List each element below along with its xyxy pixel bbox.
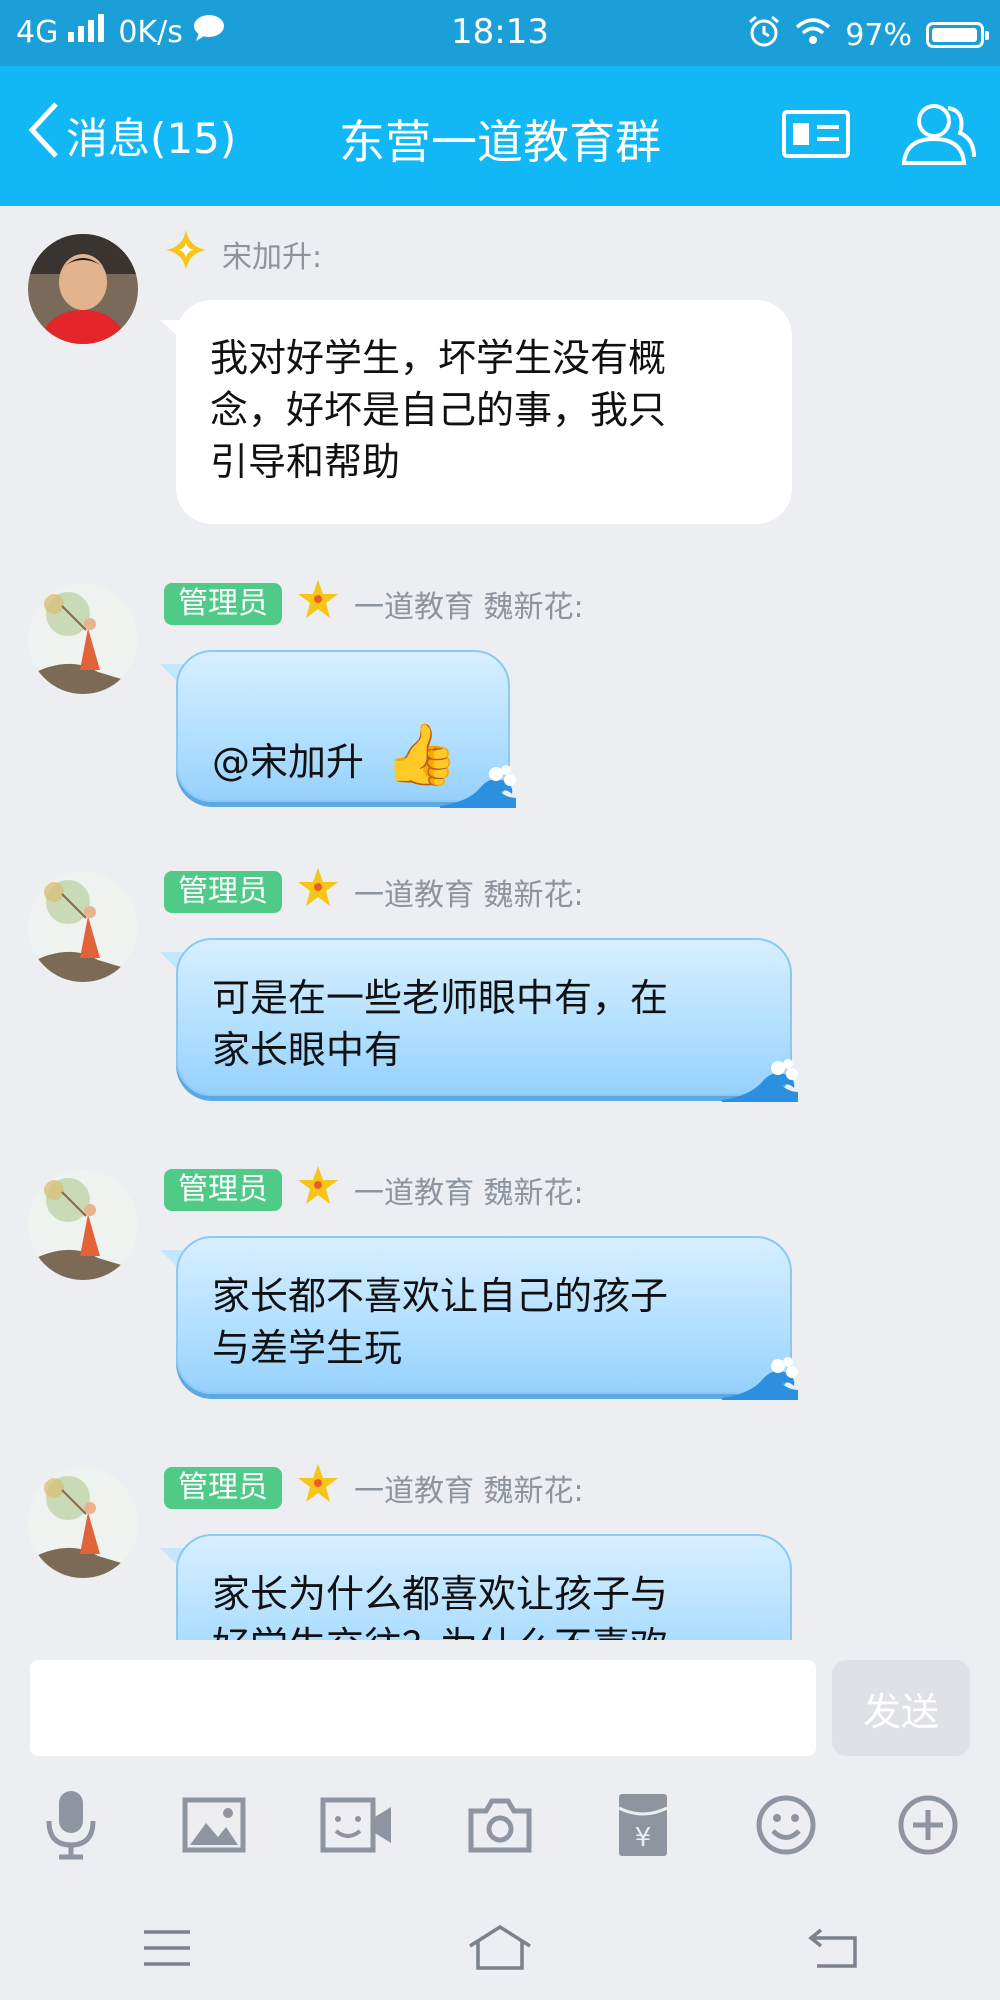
sender-name: 一道教育 魏新花: (354, 1176, 584, 1211)
back-icon (807, 1926, 859, 1974)
group-members-button[interactable] (900, 98, 976, 174)
message-text-line: 好学生交往？为什么不喜欢 (212, 1620, 742, 1640)
message-input[interactable] (30, 1660, 816, 1756)
avatar[interactable] (28, 872, 138, 982)
message-bubble[interactable]: 家长都不喜欢让自己的孩子 与差学生玩 (176, 1236, 798, 1400)
message-text-row: @宋加升 👍 (212, 725, 460, 788)
voice-button[interactable] (0, 1772, 143, 1882)
sender-line: 管理员 一道教育 魏新花: (164, 580, 584, 626)
system-nav-bar (0, 1900, 1000, 2000)
message-item: 管理员 一道教育 魏新花: 家长为什么都喜欢让孩子与 好学生交往？为什么不喜欢 (0, 1440, 1000, 1640)
wifi-icon (795, 17, 831, 53)
message-item: 管理员 一道教育 魏新花: 可是在一些老师眼中有，在 家长眼中有 (0, 844, 1000, 1124)
more-button[interactable] (857, 1772, 1000, 1882)
message-text-line: 我对好学生，坏学生没有概 (210, 336, 667, 380)
sparkle-icon (164, 228, 208, 280)
message-text-line: 家长为什么都喜欢让孩子与 (212, 1572, 669, 1616)
message-text-line: 家长眼中有 (212, 1028, 403, 1072)
send-button[interactable]: 发送 (832, 1660, 970, 1756)
sender-name: 一道教育 魏新花: (354, 590, 584, 625)
message-text-line: 家长都不喜欢让自己的孩子 (212, 1274, 669, 1318)
message-bubble[interactable]: 家长为什么都喜欢让孩子与 好学生交往？为什么不喜欢 (176, 1534, 792, 1640)
admin-badge: 管理员 (164, 1467, 282, 1509)
status-bar: 4G 0K/s 18:13 97% (0, 0, 1000, 66)
avatar[interactable] (28, 1468, 138, 1578)
image-icon (182, 1797, 246, 1857)
plus-icon (897, 1794, 959, 1860)
back-button[interactable]: 消息(15) (26, 102, 236, 168)
chevron-left-icon (26, 100, 60, 170)
wave-decoration-icon (440, 765, 516, 808)
video-call-button[interactable] (286, 1772, 429, 1882)
microphone-icon (41, 1789, 101, 1865)
svg-text:¥: ¥ (635, 1823, 652, 1853)
star-icon (296, 578, 340, 630)
message-item: 管理员 一道教育 魏新花: 家长都不喜欢让自己的孩子 与差学生玩 (0, 1142, 1000, 1422)
chat-area[interactable]: 宋加升: 我对好学生，坏学生没有概 念，好坏是自己的事，我只 引导和帮助 管理员 (0, 206, 1000, 1640)
message-text-line: @宋加升 (212, 740, 365, 784)
star-icon (296, 866, 340, 918)
camera-button[interactable] (429, 1772, 572, 1882)
menu-button[interactable] (107, 1910, 227, 1990)
wave-decoration-icon (722, 1059, 798, 1102)
emoji-button[interactable] (714, 1772, 857, 1882)
star-icon (296, 1164, 340, 1216)
title-bar: 消息(15) 东营一道教育群 (0, 66, 1000, 206)
message-bubble[interactable]: 我对好学生，坏学生没有概 念，好坏是自己的事，我只 引导和帮助 (176, 300, 792, 524)
avatar[interactable] (28, 234, 138, 344)
message-text-line: 可是在一些老师眼中有，在 (212, 976, 669, 1020)
sender-line: 管理员 一道教育 魏新花: (164, 1166, 584, 1212)
avatar[interactable] (28, 584, 138, 694)
battery-icon (926, 22, 989, 48)
input-row: 发送 (0, 1640, 1000, 1760)
admin-badge: 管理员 (164, 583, 282, 625)
title-actions (778, 98, 976, 174)
group-card-button[interactable] (778, 98, 854, 174)
home-icon (467, 1924, 533, 1976)
message-text-line: 引导和帮助 (210, 440, 401, 484)
emoji-icon (755, 1794, 817, 1860)
admin-badge: 管理员 (164, 871, 282, 913)
status-right: 97% (747, 14, 989, 56)
video-call-icon (320, 1797, 394, 1857)
back-nav-button[interactable] (773, 1910, 893, 1990)
sender-line: 宋加升: (164, 230, 323, 276)
battery-percent: 97% (845, 17, 912, 53)
message-text-line: 与差学生玩 (212, 1326, 403, 1370)
back-label: 消息(15) (66, 113, 237, 163)
group-members-icon (900, 101, 976, 171)
sender-name: 宋加升: (222, 240, 323, 275)
menu-icon (142, 1928, 192, 1972)
sender-name: 一道教育 魏新花: (354, 878, 584, 913)
group-card-icon (781, 109, 851, 163)
message-item: 宋加升: 我对好学生，坏学生没有概 念，好坏是自己的事，我只 引导和帮助 (0, 206, 1000, 546)
chat-toolbar: ¥ (0, 1772, 1000, 1882)
message-text-line: 念，好坏是自己的事，我只 (210, 388, 667, 432)
camera-icon (468, 1797, 532, 1857)
sender-line: 管理员 一道教育 魏新花: (164, 868, 584, 914)
red-packet-button[interactable]: ¥ (571, 1772, 714, 1882)
message-item: 管理员 一道教育 魏新花: @宋加升 👍 (0, 556, 1000, 836)
image-button[interactable] (143, 1772, 286, 1882)
star-icon (296, 1462, 340, 1514)
message-bubble[interactable]: 可是在一些老师眼中有，在 家长眼中有 (176, 938, 798, 1102)
battery-fill (932, 28, 977, 42)
avatar[interactable] (28, 1170, 138, 1280)
sender-line: 管理员 一道教育 魏新花: (164, 1464, 584, 1510)
admin-badge: 管理员 (164, 1169, 282, 1211)
wave-decoration-icon (722, 1357, 798, 1400)
alarm-icon (747, 14, 781, 56)
message-bubble[interactable]: @宋加升 👍 (176, 650, 516, 808)
red-packet-icon: ¥ (617, 1792, 669, 1862)
sender-name: 一道教育 魏新花: (354, 1474, 584, 1509)
home-button[interactable] (440, 1910, 560, 1990)
